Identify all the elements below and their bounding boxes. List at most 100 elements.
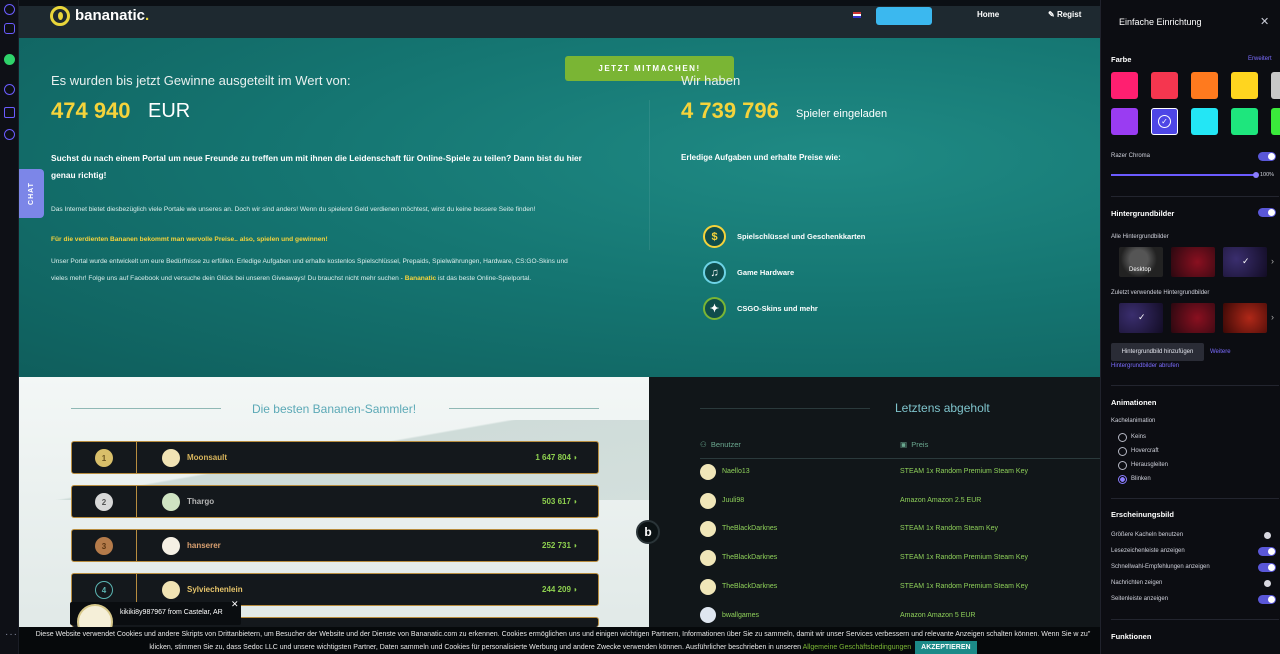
- terms-link[interactable]: Allgemeine Geschäftsbedingungen: [803, 644, 912, 651]
- chevron-right-icon[interactable]: ›: [1271, 256, 1274, 266]
- color-swatch[interactable]: [1271, 72, 1280, 99]
- history-icon[interactable]: [4, 84, 15, 95]
- logo-icon[interactable]: [50, 6, 70, 26]
- claim-prize: Amazon Amazon 5 EUR: [900, 612, 976, 619]
- player-name: Thargo: [187, 497, 215, 506]
- claim-user[interactable]: TheBlackDarknes: [722, 554, 777, 561]
- nav-register[interactable]: ✎ Regist: [1048, 10, 1081, 19]
- winnings-amount: 474 940: [51, 98, 131, 123]
- claim-user[interactable]: Juuli98: [722, 497, 744, 504]
- avatar: [700, 464, 716, 480]
- radio-label: Keins: [1131, 434, 1147, 440]
- col-user-header: ⚇ Benutzer: [700, 440, 741, 449]
- color-swatch[interactable]: [1111, 108, 1138, 135]
- close-icon[interactable]: ✕: [1260, 15, 1269, 28]
- speed-dial-toggle[interactable]: [1258, 563, 1276, 572]
- rank-badge: 3: [95, 537, 113, 555]
- player-name: Moonsault: [187, 453, 227, 462]
- claim-user[interactable]: TheBlackDarknes: [722, 583, 777, 590]
- rank-badge: 1: [95, 449, 113, 467]
- messenger-icon[interactable]: [4, 23, 15, 34]
- color-swatch[interactable]: [1111, 72, 1138, 99]
- hero-paragraph-3: Unser Portal wurde entwickelt um eure Be…: [51, 258, 568, 282]
- color-swatch[interactable]: [1151, 72, 1178, 99]
- chroma-slider-handle[interactable]: [1253, 172, 1259, 178]
- browser-icon[interactable]: [4, 4, 15, 15]
- radio-label: Blinken: [1131, 476, 1151, 482]
- radio-hovercraft[interactable]: [1118, 447, 1127, 456]
- get-backgrounds-link[interactable]: Hintergrundbilder abrufen: [1111, 363, 1179, 369]
- banana-icon: ◗: [573, 585, 578, 594]
- avatar: [700, 579, 716, 595]
- avatar: [162, 581, 180, 599]
- bg-thumb[interactable]: [1223, 303, 1267, 333]
- claim-user[interactable]: Naello13: [722, 468, 750, 475]
- header-login-button[interactable]: [876, 7, 932, 25]
- bananatic-logo-icon[interactable]: b: [636, 520, 660, 544]
- divider: [1111, 498, 1279, 499]
- recent-backgrounds-label: Zuletzt verwendete Hintergrundbilder: [1111, 290, 1210, 296]
- hero-divider: [649, 100, 650, 250]
- more-link[interactable]: Weitere: [1210, 349, 1231, 355]
- color-swatch[interactable]: [1191, 72, 1218, 99]
- leaderboard-row[interactable]: 1 Moonsault 1 647 804 ◗: [71, 441, 599, 474]
- all-backgrounds-label: Alle Hintergrundbilder: [1111, 234, 1169, 240]
- larger-tiles-toggle[interactable]: [1258, 531, 1276, 540]
- appearance-label: Seitenleiste anzeigen: [1111, 596, 1169, 602]
- advanced-link[interactable]: Erweitert: [1248, 56, 1272, 62]
- feature-skins: CSGO-Skins und mehr: [737, 304, 818, 313]
- claim-user[interactable]: bwallgames: [722, 612, 759, 619]
- settings-icon[interactable]: [4, 129, 15, 140]
- bg-desktop-thumb[interactable]: Desktop: [1119, 247, 1163, 277]
- player-points: 1 647 804 ◗: [535, 453, 578, 462]
- title-rule: [71, 408, 221, 409]
- sidebar-toggle[interactable]: [1258, 595, 1276, 604]
- bg-thumb[interactable]: [1171, 303, 1215, 333]
- title-rule: [700, 408, 870, 409]
- radio-label: Herausgleiten: [1131, 462, 1169, 468]
- bg-thumb-selected[interactable]: ✓: [1119, 303, 1163, 333]
- rank-badge: 2: [95, 493, 113, 511]
- avatar: [162, 449, 180, 467]
- winnings-title: Es wurden bis jetzt Gewinne ausgeteilt i…: [51, 73, 351, 88]
- tasks-title: Erledige Aufgaben und erhalte Preise wie…: [681, 153, 841, 162]
- color-swatch[interactable]: ✓: [1151, 108, 1178, 135]
- backgrounds-toggle[interactable]: [1258, 208, 1276, 217]
- logo[interactable]: bananatic.: [75, 7, 149, 24]
- radio-slide[interactable]: [1118, 461, 1127, 470]
- close-icon[interactable]: ✕: [231, 599, 239, 610]
- more-icon[interactable]: ···: [5, 629, 18, 640]
- us-flag-icon[interactable]: [853, 12, 861, 18]
- banana-icon: ◗: [573, 497, 578, 506]
- bg-thumb-selected[interactable]: ✓: [1223, 247, 1267, 277]
- avatar: [700, 550, 716, 566]
- color-swatch[interactable]: [1191, 108, 1218, 135]
- panel-title: Einfache Einrichtung: [1119, 17, 1202, 27]
- whatsapp-icon[interactable]: [4, 54, 15, 65]
- color-swatch[interactable]: [1271, 108, 1280, 135]
- hero-paragraph-2: Für die verdienten Bananen bekommt man w…: [51, 236, 328, 243]
- news-toggle[interactable]: [1258, 579, 1276, 588]
- claim-user[interactable]: TheBlackDarknes: [722, 525, 777, 532]
- radio-blink[interactable]: [1118, 475, 1127, 484]
- leaderboard-row[interactable]: 3 hanserer 252 731 ◗: [71, 529, 599, 562]
- nav-home[interactable]: Home: [977, 10, 999, 19]
- color-swatch[interactable]: [1231, 72, 1258, 99]
- leaderboard-row[interactable]: 2 Thargo 503 617 ◗: [71, 485, 599, 518]
- bg-thumb[interactable]: [1171, 247, 1215, 277]
- radio-none[interactable]: [1118, 433, 1127, 442]
- add-background-button[interactable]: Hintergrundbild hinzufügen: [1111, 343, 1204, 361]
- box-icon[interactable]: [4, 107, 15, 118]
- chroma-slider[interactable]: [1111, 174, 1256, 176]
- color-swatch[interactable]: [1231, 108, 1258, 135]
- claim-prize: STEAM 1x Random Premium Steam Key: [900, 468, 1028, 475]
- bookmarks-bar-toggle[interactable]: [1258, 547, 1276, 556]
- headphones-icon: ♫: [703, 261, 726, 284]
- player-name: Sylviechenlein: [187, 585, 243, 594]
- dollar-icon: $: [703, 225, 726, 248]
- chat-tab[interactable]: CHAT: [19, 169, 44, 218]
- recent-panel: [649, 377, 1100, 654]
- razer-chroma-toggle[interactable]: [1258, 152, 1276, 161]
- chevron-right-icon[interactable]: ›: [1271, 312, 1274, 322]
- accept-button[interactable]: AKZEPTIEREN: [915, 641, 977, 654]
